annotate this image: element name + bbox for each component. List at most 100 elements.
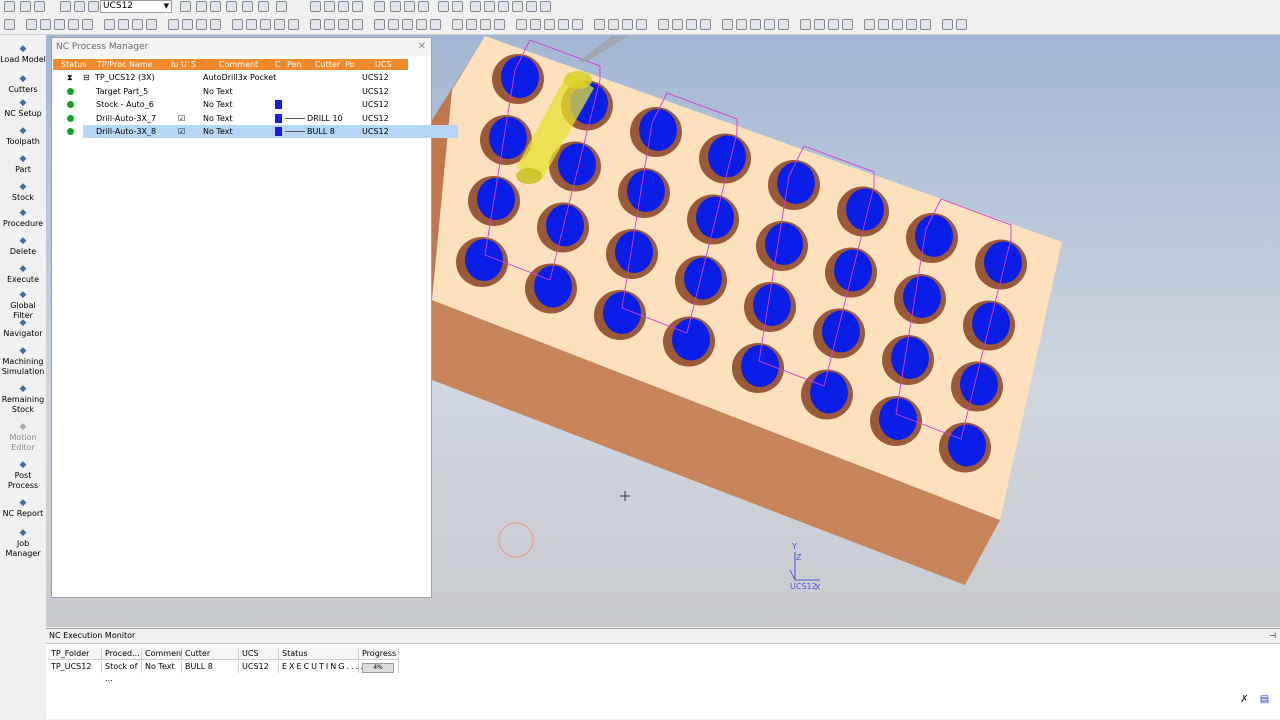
toolbar-button[interactable]: [196, 1, 207, 12]
toolbar-button[interactable]: [4, 1, 15, 12]
toolbar-button[interactable]: [40, 19, 51, 30]
toolbar-button[interactable]: [402, 19, 413, 30]
toolbar-button[interactable]: [594, 19, 605, 30]
toolbar-button[interactable]: [530, 19, 541, 30]
toolbar-button[interactable]: [466, 19, 477, 30]
toolbar-button[interactable]: [750, 19, 761, 30]
nav-nc-setup[interactable]: ◆ NC Setup: [0, 98, 46, 119]
toolbar-button[interactable]: [374, 19, 385, 30]
column-header[interactable]: Pen: [287, 59, 302, 70]
toolbar-button[interactable]: [906, 19, 917, 30]
close-icon[interactable]: ✕: [418, 38, 426, 56]
monitor-column-header[interactable]: Cutter: [182, 648, 239, 660]
toolbar-button[interactable]: [260, 19, 271, 30]
toolbar-button[interactable]: [310, 19, 321, 30]
toolbar-button[interactable]: [374, 1, 385, 12]
toolbar-button[interactable]: [572, 19, 583, 30]
toolbar-button[interactable]: [452, 1, 463, 12]
toolbar-button[interactable]: [814, 19, 825, 30]
toolbar-button[interactable]: [438, 1, 449, 12]
toolbar-button[interactable]: [246, 19, 257, 30]
toolbar-button[interactable]: [324, 19, 335, 30]
toolbar-button[interactable]: [132, 19, 143, 30]
nav-job-manager[interactable]: ◆ Job Manager: [0, 528, 46, 559]
toolbar-button[interactable]: [182, 19, 193, 30]
toolbar-button[interactable]: [4, 19, 15, 30]
toolbar-button[interactable]: [210, 1, 221, 12]
toolbar-button[interactable]: [352, 19, 363, 30]
toolbar-button[interactable]: [54, 19, 65, 30]
process-row[interactable]: Drill-Auto-3X_7 No Text DRILL 10 ☑ UCS12: [53, 112, 458, 125]
toolbar-button[interactable]: [736, 19, 747, 30]
nav-nc-report[interactable]: ◆ NC Report: [0, 498, 46, 519]
toolbar-button[interactable]: [60, 1, 71, 12]
nav-motion-editor[interactable]: ◆ Motion Editor: [0, 422, 46, 453]
toolbar-button[interactable]: [672, 19, 683, 30]
toolbar-button[interactable]: [516, 19, 527, 30]
toolbar-button[interactable]: [118, 19, 129, 30]
toolbar-button[interactable]: [452, 19, 463, 30]
column-header[interactable]: S: [191, 59, 196, 70]
toolbar-button[interactable]: [20, 1, 31, 12]
process-row[interactable]: Stock - Auto_6 No Text UCS12: [53, 98, 458, 111]
toolbar-button[interactable]: [540, 1, 551, 12]
toolbar-button[interactable]: [82, 19, 93, 30]
toolbar-button[interactable]: [470, 1, 481, 12]
collapse-icon[interactable]: ⊟: [83, 71, 90, 84]
toolbar-button[interactable]: [352, 1, 363, 12]
nav-toolpath[interactable]: ◆ Toolpath: [0, 126, 46, 147]
monitor-column-header[interactable]: Status: [279, 648, 359, 660]
chevron-down-icon[interactable]: ▼: [164, 1, 169, 12]
toolbar-button[interactable]: [390, 1, 401, 12]
column-header[interactable]: Cutter: [315, 59, 340, 70]
nav-cutters[interactable]: ◆ Cutters: [0, 74, 46, 95]
nav-procedure[interactable]: ◆ Procedure: [0, 208, 46, 229]
nav-global-filter[interactable]: ◆ Global Filter: [0, 290, 46, 321]
toolbar-button[interactable]: [418, 1, 429, 12]
toolbar-button[interactable]: [168, 19, 179, 30]
column-header[interactable]: UCS: [375, 59, 392, 70]
toolbar-button[interactable]: [180, 1, 191, 12]
toolbar-button[interactable]: [430, 19, 441, 30]
toolbar-button[interactable]: [34, 1, 45, 12]
toolbar-button[interactable]: [276, 1, 287, 12]
toolbar-button[interactable]: [622, 19, 633, 30]
column-header[interactable]: TP/Proc Name: [97, 59, 153, 70]
monitor-column-header[interactable]: TP_Folder: [48, 648, 102, 660]
toolbar-button[interactable]: [274, 19, 285, 30]
toolbar-button[interactable]: [764, 19, 775, 30]
toolbar-button[interactable]: [26, 19, 37, 30]
toolbar-button[interactable]: [686, 19, 697, 30]
checkbox-icon[interactable]: ☑: [178, 112, 185, 125]
column-header[interactable]: Status: [61, 59, 87, 70]
column-header[interactable]: Po: [345, 59, 354, 70]
toolbar-button[interactable]: [800, 19, 811, 30]
toolbar-button[interactable]: [88, 1, 99, 12]
toolbar-button[interactable]: [480, 19, 491, 30]
nav-navigator[interactable]: ◆ Navigator: [0, 318, 46, 339]
nav-stock[interactable]: ◆ Stock: [0, 182, 46, 203]
toolbar-button[interactable]: [104, 19, 115, 30]
toolbar-button[interactable]: [608, 19, 619, 30]
toolbar-button[interactable]: [310, 1, 321, 12]
nav-remaining-stock[interactable]: ◆ Remaining Stock: [0, 384, 46, 415]
toolbar-button[interactable]: [258, 1, 269, 12]
toolbar-button[interactable]: [956, 19, 967, 30]
toolbar-button[interactable]: [512, 1, 523, 12]
toolbar-button[interactable]: [878, 19, 889, 30]
toolbar-button[interactable]: [828, 19, 839, 30]
toolbar-button[interactable]: [338, 19, 349, 30]
toolbar-button[interactable]: [324, 1, 335, 12]
pin-icon[interactable]: ⊣: [1269, 629, 1276, 643]
toolbar-button[interactable]: [942, 19, 953, 30]
toolbar-button[interactable]: [210, 19, 221, 30]
toolbar-button[interactable]: [864, 19, 875, 30]
toolbar-button[interactable]: [920, 19, 931, 30]
toolbar-button[interactable]: [544, 19, 555, 30]
toolbar-button[interactable]: [74, 1, 85, 12]
toolbar-button[interactable]: [494, 19, 505, 30]
nav-post-process[interactable]: ◆ Post Process: [0, 460, 46, 491]
toolbar-button[interactable]: [722, 19, 733, 30]
monitor-column-header[interactable]: Progress: [359, 648, 399, 660]
toolbar-button[interactable]: [558, 19, 569, 30]
